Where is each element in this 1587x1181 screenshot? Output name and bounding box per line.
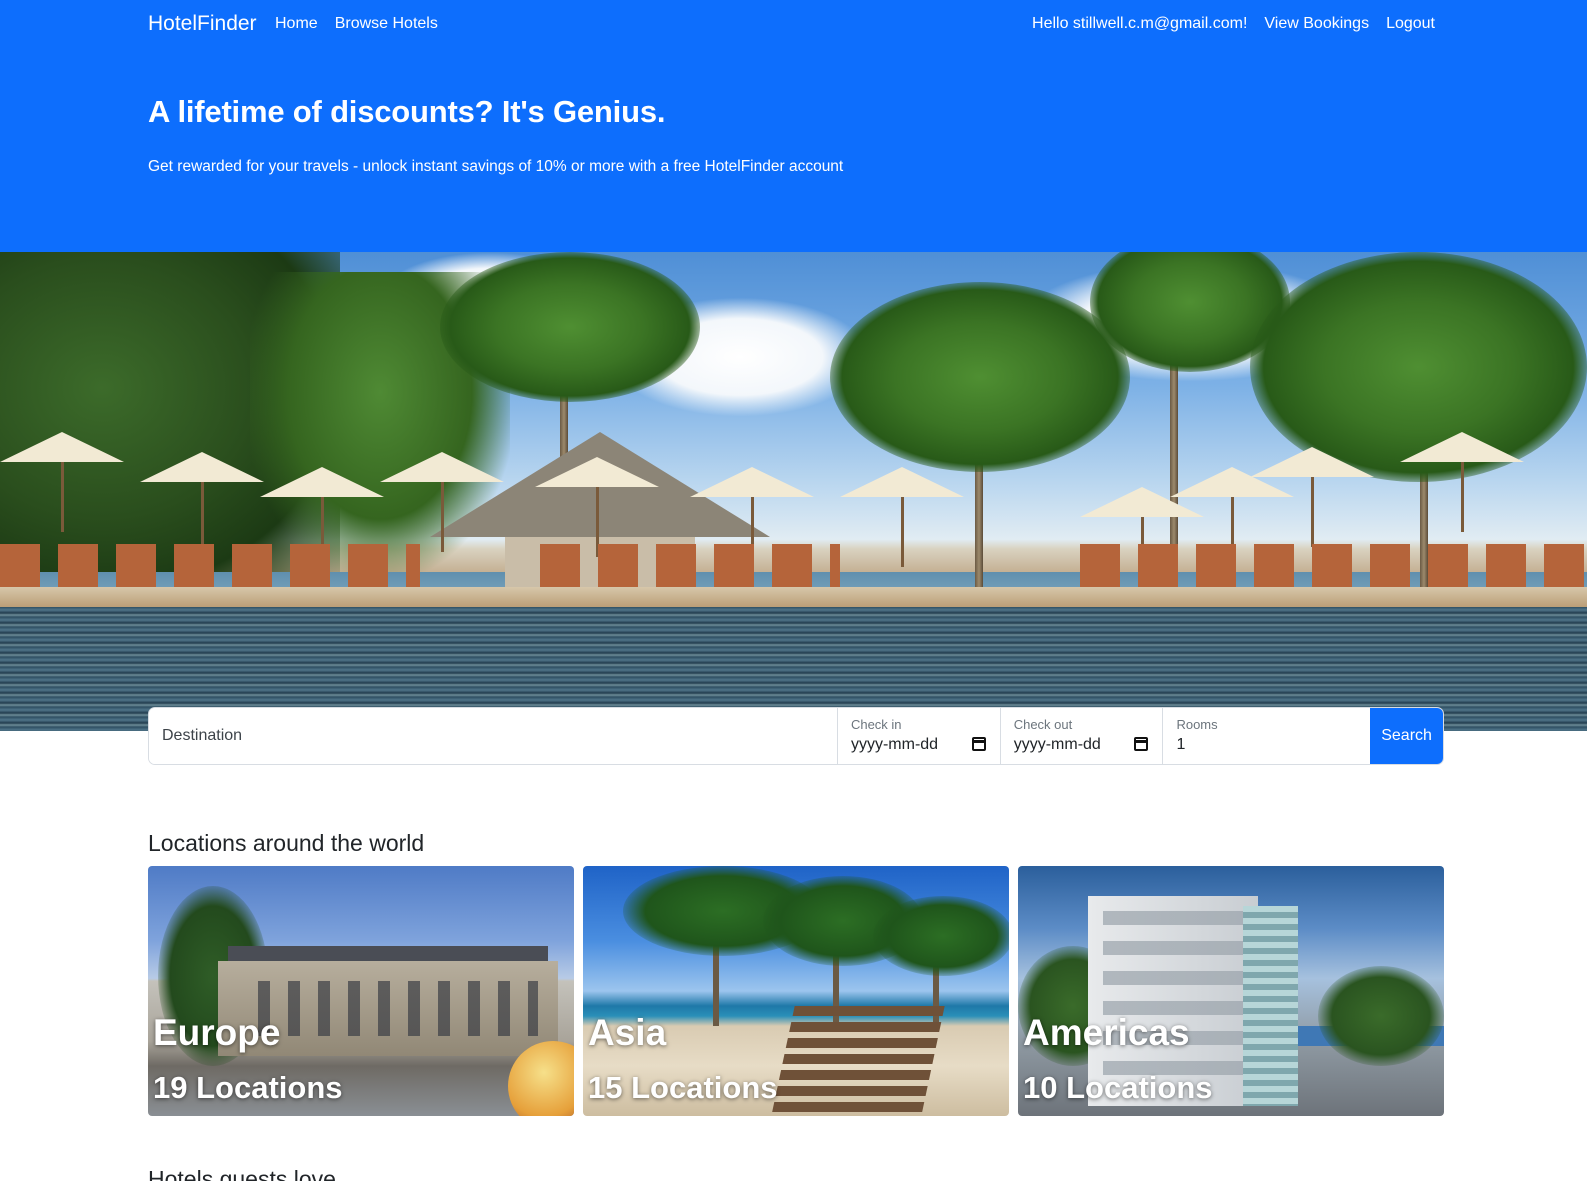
location-card-europe[interactable]: Europe 19 Locations — [148, 866, 574, 1116]
beach-umbrella — [535, 457, 659, 557]
nav-home-link[interactable]: Home — [275, 15, 318, 33]
beach-umbrella — [1250, 447, 1374, 547]
user-greeting: Hello stillwell.c.m@gmail.com! — [1032, 15, 1248, 32]
calendar-icon[interactable] — [971, 737, 986, 751]
destination-input[interactable] — [149, 708, 838, 764]
location-name: Europe — [153, 1012, 281, 1053]
calendar-icon[interactable] — [1134, 737, 1149, 751]
hero-subtitle: Get rewarded for your travels - unlock i… — [148, 158, 844, 175]
lounge-chairs — [1080, 544, 1587, 590]
beach-umbrella — [1400, 432, 1524, 532]
palm-fronds — [440, 252, 700, 402]
search-button[interactable]: Search — [1370, 708, 1443, 764]
checkin-value: yyyy-mm-dd — [850, 736, 939, 753]
hero-title: A lifetime of discounts? It's Genius. — [148, 94, 666, 129]
pool-deck — [0, 587, 1587, 609]
location-count: 15 Locations — [588, 1070, 778, 1105]
brand-logo-link[interactable]: HotelFinder — [148, 12, 257, 36]
resort-banner-image — [0, 252, 1587, 731]
hotel-windows — [1103, 911, 1243, 1091]
glass-elevator — [1243, 906, 1298, 1106]
location-count: 10 Locations — [1023, 1070, 1213, 1105]
location-name: Americas — [1023, 1012, 1190, 1053]
beach-umbrella — [0, 432, 124, 532]
deck-chair — [771, 1006, 945, 1116]
hotels-section-title: Hotels guests love — [148, 1166, 336, 1181]
beach-umbrella — [140, 452, 264, 552]
user-nav: Hello stillwell.c.m@gmail.com! View Book… — [1032, 15, 1435, 33]
view-bookings-link[interactable]: View Bookings — [1264, 15, 1369, 33]
checkout-label: Check out — [1013, 717, 1073, 732]
lounge-chairs — [540, 544, 840, 590]
location-cards: Europe 19 Locations Asia 15 Locations Am… — [148, 866, 1444, 1116]
locations-section-title: Locations around the world — [148, 830, 425, 856]
checkin-date-field[interactable]: Check in yyyy-mm-dd — [838, 708, 1001, 764]
logout-link[interactable]: Logout — [1386, 15, 1435, 33]
palm-fronds — [873, 896, 1009, 976]
location-name: Asia — [588, 1012, 667, 1053]
manor-windows — [258, 981, 538, 1036]
beach-umbrella — [690, 467, 814, 567]
hero-header: HotelFinder Home Browse Hotels Hello sti… — [0, 0, 1587, 252]
main-nav: Home Browse Hotels — [275, 15, 438, 33]
checkout-date-field[interactable]: Check out yyyy-mm-dd — [1001, 708, 1164, 764]
beach-umbrella — [840, 467, 964, 567]
lounge-chairs — [0, 544, 420, 590]
nav-browse-hotels-link[interactable]: Browse Hotels — [335, 15, 438, 33]
beach-umbrella — [380, 452, 504, 552]
rooms-value: 1 — [1176, 736, 1186, 753]
hotel-search-form: Check in yyyy-mm-dd Check out yyyy-mm-dd… — [148, 707, 1444, 765]
checkin-label: Check in — [850, 717, 902, 732]
palm-fronds — [1318, 966, 1444, 1066]
rooms-label: Rooms — [1176, 717, 1218, 732]
palm-fronds — [830, 282, 1130, 472]
location-count: 19 Locations — [153, 1070, 343, 1105]
rooms-field[interactable]: Rooms 1 — [1163, 708, 1370, 764]
beach-umbrella — [260, 467, 384, 567]
location-card-americas[interactable]: Americas 10 Locations — [1018, 866, 1444, 1116]
location-card-asia[interactable]: Asia 15 Locations — [583, 866, 1009, 1116]
checkout-value: yyyy-mm-dd — [1013, 736, 1101, 753]
